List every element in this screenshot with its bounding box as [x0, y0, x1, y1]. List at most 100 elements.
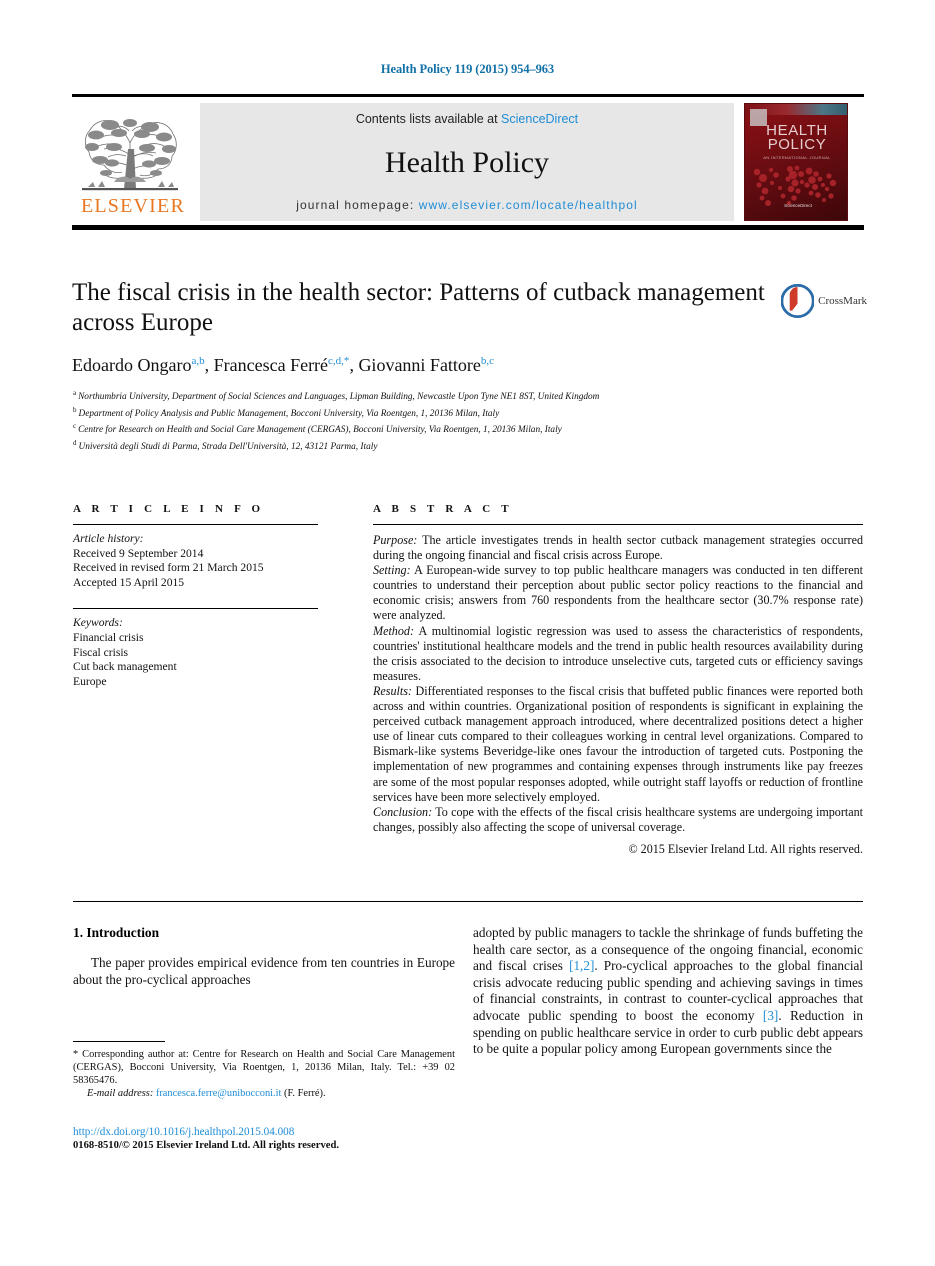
sciencedirect-link[interactable]: ScienceDirect [501, 112, 578, 126]
journal-masthead: ELSEVIER Contents lists available at Sci… [72, 94, 864, 230]
running-head: Health Policy 119 (2015) 954–963 [380, 62, 555, 76]
contents-line: Contents lists available at ScienceDirec… [356, 112, 578, 126]
abstract-divider [373, 524, 863, 525]
contents-prefix: Contents lists available at [355, 112, 502, 126]
affiliation-a: a Northumbria University, Department of S… [73, 387, 863, 404]
citation-ref-1-2[interactable]: [1,2] [569, 958, 594, 973]
affiliations-list: a Northumbria University, Department of S… [73, 387, 863, 453]
author-1-affiliation-marks[interactable]: c,d,* [328, 355, 349, 367]
email-link[interactable]: francesca.ferre@unibocconi.it [156, 1088, 282, 1099]
cover-subtitle: AN INTERNATIONAL JOURNAL [763, 155, 831, 160]
doi-block: http://dx.doi.org/10.1016/j.healthpol.20… [73, 1125, 473, 1153]
cover-badge: ScienceDirect [784, 203, 812, 208]
abstract-paragraph-results: Results: Differentiated responses to the… [373, 684, 863, 805]
author-2-affiliation-marks[interactable]: b,c [481, 355, 494, 367]
article-info-heading: A R T I C L E I N F O [73, 503, 265, 515]
abstract-paragraph-purpose: Purpose: The article investigates trends… [373, 533, 863, 563]
abstract-label-setting: Setting: [373, 563, 411, 578]
affiliation-b-text: Department of Policy Analysis and Public… [78, 408, 500, 419]
masthead-bottom-rule [72, 225, 864, 230]
affiliation-a-mark: a [73, 389, 77, 397]
citation-ref-3[interactable]: [3] [763, 1008, 778, 1023]
crossmark-icon [781, 284, 815, 318]
affiliation-d-mark: d [73, 438, 77, 447]
abstract-column: A B S T R A C T Purpose: The article inv… [373, 503, 863, 857]
abstract-label-method: Method: [373, 623, 414, 638]
keywords-divider [73, 608, 318, 610]
abstract-label-results: Results: [373, 683, 412, 698]
corresponding-author-note: * Corresponding author at: Centre for Re… [73, 1049, 455, 1086]
article-history-item-2: Accepted 15 April 2015 [73, 575, 185, 589]
affiliation-d-text: Università degli Studi di Parma, Strada … [78, 441, 378, 452]
issn-copyright-line: 0168-8510/© 2015 Elsevier Ireland Ltd. A… [73, 1140, 339, 1151]
author-sep-0: , [204, 355, 214, 375]
journal-homepage-link[interactable]: www.elsevier.com/locate/healthpol [419, 198, 638, 212]
elsevier-wordmark: ELSEVIER [80, 195, 186, 217]
affiliation-a-text: Northumbria University, Department of So… [78, 392, 600, 403]
article-info-divider [73, 524, 318, 525]
abstract-text-purpose: The article investigates trends in healt… [373, 533, 863, 563]
keyword-3: Europe [73, 674, 107, 688]
abstract-paragraph-conclusion: Conclusion: To cope with the effects of … [373, 805, 863, 835]
abstract-text-results: Differentiated responses to the fiscal c… [373, 683, 863, 804]
article-history-item-0: Received 9 September 2014 [73, 546, 204, 560]
keywords-label: Keywords: [73, 616, 123, 630]
page-title: The fiscal crisis in the health sector: … [72, 279, 765, 336]
abstract-text-conclusion: To cope with the effects of the fiscal c… [373, 804, 863, 834]
article-history-item-1: Received in revised form 21 March 2015 [73, 561, 264, 575]
affiliation-d: d Università degli Studi di Parma, Strada… [73, 437, 863, 454]
author-list: Edoardo Ongaroa,b, Francesca Ferréc,d,*,… [72, 355, 772, 376]
affiliation-c-mark: c [73, 422, 77, 430]
introduction-paragraph-right: adopted by public managers to tackle the… [473, 925, 863, 1058]
homepage-prefix: journal homepage: [296, 198, 419, 212]
masthead-body: ELSEVIER Contents lists available at Sci… [72, 97, 864, 225]
abstract-paragraph-method: Method: A multinomial logistic regressio… [373, 624, 863, 684]
masthead-center-panel: Contents lists available at ScienceDirec… [200, 103, 734, 221]
email-suffix: (F. Ferré). [281, 1087, 326, 1099]
affiliation-c-text: Centre for Research on Health and Social… [78, 425, 562, 436]
title-block: The fiscal crisis in the health sector: … [72, 278, 772, 376]
affiliation-b: b Department of Policy Analysis and Publi… [73, 404, 863, 421]
abstract-label-conclusion: Conclusion: [373, 804, 433, 819]
abstract-paragraph-setting: Setting: A European-wide survey to top p… [373, 563, 863, 623]
introduction-heading: 1. Introduction [73, 925, 160, 940]
crossmark-badge[interactable]: CrossMark [781, 281, 867, 321]
doi-link[interactable]: http://dx.doi.org/10.1016/j.healthpol.20… [73, 1125, 473, 1139]
abstract-heading: A B S T R A C T [373, 503, 513, 515]
author-1: Francesca Ferré [213, 355, 329, 375]
abstract-text-method: A multinomial logistic regression was us… [373, 623, 863, 683]
abstract-body: Purpose: The article investigates trends… [373, 533, 863, 857]
homepage-line: journal homepage: www.elsevier.com/locat… [296, 198, 638, 212]
keyword-0: Financial crisis [73, 630, 144, 644]
elsevier-logo: ELSEVIER [74, 103, 192, 221]
body-column-left: 1. Introduction The paper provides empir… [73, 925, 455, 988]
crossmark-label: CrossMark [818, 295, 867, 307]
abstract-label-purpose: Purpose: [373, 533, 418, 547]
journal-title: Health Policy [384, 146, 550, 179]
author-0-affiliation-marks[interactable]: a,b [191, 355, 204, 367]
keywords-block: Keywords: Financial crisis Fiscal crisis… [73, 616, 318, 689]
keyword-1: Fiscal crisis [73, 645, 129, 659]
cover-title: HEALTH POLICY [745, 123, 847, 153]
journal-cover-thumbnail: HEALTH POLICY AN INTERNATIONAL JOURNAL S… [744, 103, 848, 221]
abstract-copyright: © 2015 Elsevier Ireland Ltd. All rights … [628, 841, 863, 856]
footnote-divider [73, 1041, 165, 1042]
email-note: E-mail address: francesca.ferre@unibocco… [73, 1088, 455, 1101]
article-history-label: Article history: [73, 532, 144, 545]
author-2: Giovanni Fattore [358, 355, 481, 375]
article-history-block: Article history: Received 9 September 20… [73, 532, 318, 590]
affiliation-c: c Centre for Research on Health and Socia… [73, 420, 863, 437]
cover-title-line2: POLICY [767, 136, 827, 153]
abstract-bottom-rule [73, 901, 863, 902]
elsevier-tree-icon [74, 103, 186, 195]
abstract-text-setting: A European-wide survey to top public hea… [373, 563, 863, 623]
article-info-column: A R T I C L E I N F O Article history: R… [73, 503, 318, 689]
keyword-2: Cut back management [73, 660, 177, 674]
affiliation-b-mark: b [73, 405, 77, 414]
author-0: Edoardo Ongaro [72, 355, 192, 375]
journal-article-page: Health Policy 119 (2015) 954–963 ELSEVIE… [0, 0, 935, 1266]
footnote-block: * Corresponding author at: Centre for Re… [73, 1049, 455, 1101]
email-label: E-mail address: [87, 1087, 154, 1099]
introduction-paragraph-left: The paper provides empirical evidence fr… [73, 955, 455, 987]
body-column-right: adopted by public managers to tackle the… [473, 925, 863, 1058]
